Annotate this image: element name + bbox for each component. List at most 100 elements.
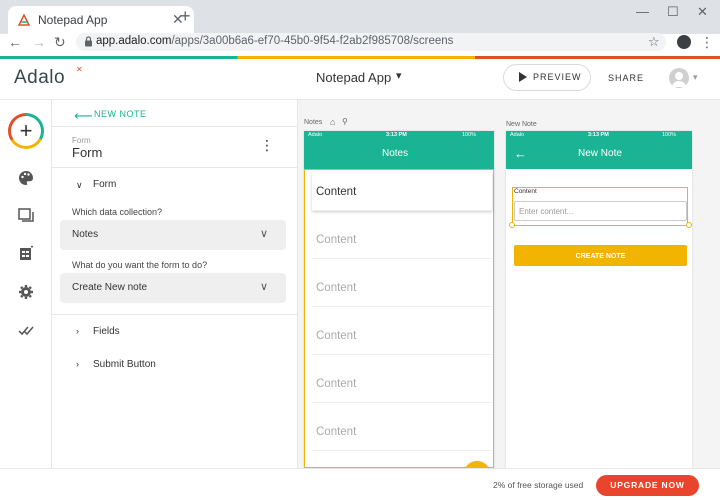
status-time: 3:13 PM (386, 132, 407, 138)
preview-button[interactable]: PREVIEW (503, 64, 591, 91)
list-item-text: Content (316, 378, 357, 390)
component-name[interactable]: Form (72, 145, 102, 160)
divider (52, 126, 298, 127)
chevron-down-icon[interactable]: ∨ (76, 180, 83, 191)
adalo-logo[interactable]: Adalo (14, 67, 65, 89)
play-icon (519, 72, 527, 82)
new-tab-icon[interactable]: + (180, 7, 191, 25)
list-item[interactable]: Content (312, 317, 492, 355)
maximize-icon[interactable]: ☐ (667, 4, 679, 20)
form-section-toggle[interactable]: Form (93, 179, 116, 190)
back-arrow-icon[interactable]: ← (8, 34, 22, 50)
app-name[interactable]: Notepad App (316, 70, 391, 85)
forward-arrow-icon[interactable]: → (32, 34, 46, 50)
content-field-label: Content (514, 188, 537, 195)
window-close-icon[interactable]: ✕ (697, 4, 708, 20)
fields-section-toggle[interactable]: Fields (93, 326, 120, 337)
list-item[interactable]: Content (312, 269, 492, 307)
design-canvas[interactable]: Notes ⌂ ⚲ Adalo 3:13 PM 100% Notes Conte… (298, 100, 720, 487)
status-battery: 100% (662, 132, 677, 138)
list-item[interactable]: Content (312, 173, 492, 211)
content-input[interactable]: Enter content... (514, 201, 687, 221)
new-note-app-bar: ← New Note (506, 140, 692, 169)
properties-panel: ⟵ NEW NOTE Form Form ⋮ ∨ Form Which data… (52, 100, 298, 468)
screen-notes[interactable]: Adalo 3:13 PM 100% Notes Content Content… (304, 131, 494, 487)
add-component-button[interactable]: + (8, 113, 44, 149)
collection-question: Which data collection? (72, 207, 163, 217)
database-icon[interactable] (18, 245, 34, 261)
browser-menu-icon[interactable]: ⋮ (700, 34, 714, 51)
url-text: app.adalo.com/apps/3a00b6a6-ef70-45b0-9f… (96, 35, 454, 47)
new-note-title: New Note (578, 148, 622, 159)
list-item-text: Content (316, 186, 357, 198)
create-note-label: CREATE NOTE (575, 253, 626, 260)
minimize-icon[interactable]: — (636, 4, 649, 19)
status-carrier: Adalo (510, 132, 525, 138)
browser-profile-icon[interactable] (677, 35, 691, 49)
address-bar[interactable]: app.adalo.com/apps/3a00b6a6-ef70-45b0-9f… (76, 33, 666, 51)
list-item-text: Content (316, 330, 357, 342)
list-item[interactable]: Content (312, 365, 492, 403)
reload-icon[interactable]: ↻ (54, 34, 66, 50)
create-note-button[interactable]: CREATE NOTE (514, 245, 687, 266)
notes-title: Notes (382, 148, 409, 159)
home-icon: ⌂ (330, 117, 336, 127)
preview-label: PREVIEW (533, 72, 582, 82)
chevron-right-icon[interactable]: › (76, 359, 79, 369)
screens-icon[interactable] (18, 207, 34, 223)
adalo-favicon-icon (18, 14, 30, 26)
action-question: What do you want the form to do? (72, 260, 208, 270)
submit-section-toggle[interactable]: Submit Button (93, 359, 156, 370)
component-more-icon[interactable]: ⋮ (260, 138, 274, 152)
share-button[interactable]: SHARE (608, 73, 644, 83)
tab-title: Notepad App (38, 13, 108, 27)
component-type-label: Form (72, 136, 91, 145)
back-arrow-icon[interactable]: ← (514, 146, 527, 161)
divider (52, 314, 298, 315)
status-battery: 100% (462, 132, 477, 138)
app-switcher-chevron-icon[interactable]: ▾ (396, 69, 402, 82)
user-silhouette-icon (672, 72, 686, 87)
divider (52, 167, 298, 168)
list-item[interactable]: Content (312, 221, 492, 259)
chevron-down-icon: ∨ (260, 281, 269, 293)
list-item-text: Content (316, 426, 357, 438)
back-to-screen-link[interactable]: NEW NOTE (94, 109, 147, 119)
back-arrow-icon[interactable]: ⟵ (74, 108, 93, 124)
status-carrier: Adalo (308, 132, 323, 138)
screen-new-note[interactable]: Adalo 3:13 PM 100% ← New Note Content En… (506, 131, 692, 468)
storage-usage-text: 2% of free storage used (493, 480, 584, 490)
publish-icon[interactable] (18, 322, 34, 338)
user-menu-chevron-icon[interactable]: ▾ (693, 72, 698, 83)
status-bar: Adalo 3:13 PM 100% (304, 131, 494, 140)
palette-icon[interactable] (18, 170, 34, 186)
collection-select[interactable]: Notes ∨ (60, 220, 286, 250)
logo-accent-icon: ✕ (76, 65, 83, 74)
list-item-text: Content (316, 282, 357, 294)
chevron-down-icon: ∨ (260, 228, 269, 240)
resize-handle[interactable] (686, 222, 692, 228)
settings-icon[interactable] (18, 284, 34, 300)
link-icon: ⚲ (342, 117, 348, 126)
status-bar: Adalo 3:13 PM 100% (506, 131, 692, 140)
collection-value: Notes (72, 229, 99, 240)
bookmark-star-icon[interactable]: ☆ (648, 34, 660, 50)
footer-bar: 2% of free storage used UPGRADE NOW (0, 468, 720, 500)
list-item[interactable]: Content (312, 413, 492, 451)
lock-icon (85, 36, 92, 47)
app-header: Adalo ✕ Notepad App ▾ PREVIEW SHARE ▾ (0, 59, 720, 100)
notes-app-bar: Notes (304, 140, 494, 169)
chevron-right-icon[interactable]: › (76, 326, 79, 336)
screen-label-notes[interactable]: Notes (304, 119, 322, 126)
content-placeholder: Enter content... (519, 207, 574, 216)
action-select[interactable]: Create New note ∨ (60, 273, 286, 303)
list-item-text: Content (316, 234, 357, 246)
user-avatar[interactable] (669, 68, 689, 88)
screen-label-new-note[interactable]: New Note (506, 121, 537, 128)
left-toolbar: + (0, 100, 52, 468)
status-time: 3:13 PM (588, 132, 609, 138)
browser-tabstrip: Notepad App ✕ + — ☐ ✕ (0, 0, 720, 34)
upgrade-now-button[interactable]: UPGRADE NOW (596, 475, 699, 496)
resize-handle[interactable] (509, 222, 515, 228)
browser-tab[interactable]: Notepad App ✕ (8, 6, 194, 34)
